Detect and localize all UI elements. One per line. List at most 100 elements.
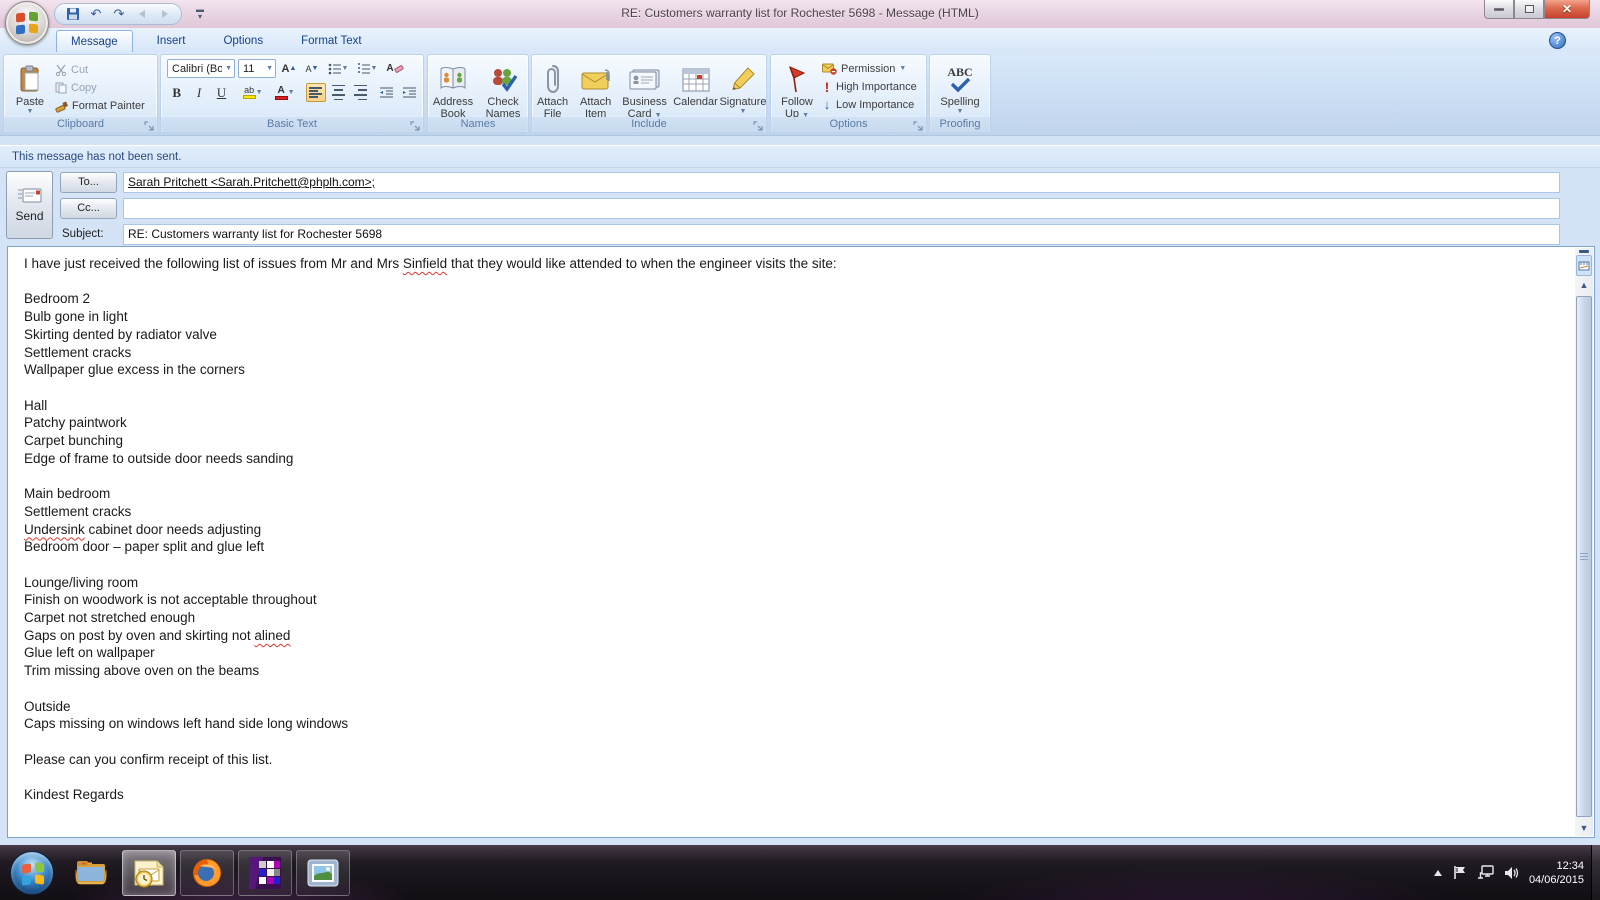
tab-format-text[interactable]: Format Text — [287, 30, 376, 52]
body-text-line — [24, 273, 1564, 291]
show-desktop-button[interactable] — [1591, 845, 1600, 900]
grow-font-button[interactable]: A▲ — [279, 59, 299, 78]
to-field[interactable]: Sarah Pritchett <Sarah.Pritchett@phplh.c… — [123, 172, 1560, 193]
font-name-combobox[interactable]: Calibri (Bo ▼ — [167, 59, 235, 78]
permission-button[interactable]: Permission ▼ — [819, 60, 920, 78]
group-label-clipboard: Clipboard — [4, 117, 157, 132]
tab-insert[interactable]: Insert — [143, 30, 200, 52]
action-center-flag-icon[interactable] — [1453, 865, 1467, 880]
calendar-button[interactable]: Calendar — [672, 57, 719, 121]
body-text-line — [24, 379, 1564, 397]
body-text-line — [24, 680, 1564, 698]
decrease-indent-icon — [379, 87, 394, 99]
taskbar-item-photo-viewer[interactable] — [296, 850, 350, 896]
tab-options[interactable]: Options — [209, 30, 277, 52]
save-icon[interactable] — [65, 6, 81, 22]
font-size-combobox[interactable]: 11 ▼ — [238, 59, 276, 78]
bullets-button[interactable]: ▼ — [325, 59, 351, 78]
message-body-text[interactable]: I have just received the following list … — [24, 255, 1564, 804]
scroll-up-arrow[interactable]: ▲ — [1575, 276, 1593, 293]
decrease-indent-button[interactable] — [377, 83, 396, 102]
network-icon[interactable] — [1477, 865, 1494, 880]
bold-icon: B — [172, 85, 181, 101]
undo-icon[interactable]: ↶ — [88, 6, 104, 22]
customize-qat-icon[interactable]: ▬▾ — [196, 6, 204, 20]
scrollbar-track[interactable] — [1576, 294, 1592, 819]
shrink-font-button[interactable]: A▼ — [302, 59, 322, 78]
check-names-icon — [489, 62, 517, 96]
italic-button[interactable]: I — [189, 83, 208, 102]
clipboard-dialog-launcher-icon[interactable] — [144, 119, 155, 130]
office-button[interactable] — [5, 1, 49, 45]
high-importance-button[interactable]: ! High Importance — [819, 78, 920, 96]
scroll-down-arrow[interactable]: ▼ — [1575, 819, 1593, 836]
follow-up-button[interactable]: Follow Up ▼ — [775, 57, 819, 121]
help-icon[interactable]: ? — [1549, 32, 1566, 49]
volume-icon[interactable] — [1504, 866, 1519, 880]
firefox-icon — [191, 857, 223, 889]
cc-field[interactable] — [123, 198, 1560, 219]
to-button[interactable]: To... — [60, 172, 117, 193]
minimize-button[interactable] — [1484, 0, 1514, 19]
highlight-button[interactable]: ab ▼ — [238, 83, 267, 102]
include-dialog-launcher-icon[interactable] — [753, 119, 764, 130]
show-hidden-icons-button[interactable] — [1433, 869, 1443, 877]
align-left-icon — [309, 85, 322, 99]
format-painter-button[interactable]: Format Painter — [52, 97, 148, 115]
address-book-button[interactable]: Address Book — [429, 57, 477, 121]
align-center-button[interactable] — [329, 83, 348, 102]
start-button[interactable] — [10, 851, 54, 895]
low-importance-button[interactable]: ↓ Low Importance — [819, 96, 920, 114]
body-text-line: Carpet bunching — [24, 432, 1564, 450]
clock-time: 12:34 — [1529, 859, 1584, 873]
clear-formatting-button[interactable]: A — [383, 59, 407, 78]
align-left-button[interactable] — [306, 83, 325, 102]
group-basic-text: Calibri (Bo ▼ 11 ▼ A▲ A▼ ▼ ▼ A — [160, 54, 424, 133]
copy-label: Copy — [71, 80, 97, 96]
attach-item-button[interactable]: Attach Item — [574, 57, 617, 121]
split-handle[interactable] — [1575, 248, 1593, 255]
taskbar-item-explorer[interactable] — [64, 850, 118, 896]
body-text-line — [24, 556, 1564, 574]
check-names-button[interactable]: Check Names — [479, 57, 527, 121]
ribbon: Paste ▼ Cut Copy Format Painter — [0, 52, 1600, 136]
redo-icon[interactable]: ↷ — [111, 6, 127, 22]
font-color-button[interactable]: A ▼ — [270, 83, 299, 102]
attach-file-button[interactable]: Attach File — [532, 57, 573, 121]
scrollbar-thumb[interactable] — [1576, 296, 1592, 817]
numbering-button[interactable]: ▼ — [354, 59, 380, 78]
bold-button[interactable]: B — [167, 83, 186, 102]
taskbar-clock[interactable]: 12:34 04/06/2015 — [1529, 859, 1588, 887]
restore-button[interactable] — [1514, 0, 1544, 19]
chevron-down-icon: ▼ — [371, 65, 378, 73]
spelling-button[interactable]: ABC Spelling ▼ — [934, 57, 986, 117]
font-color-icon: A — [278, 86, 285, 96]
paste-label: Paste — [16, 96, 44, 108]
align-right-button[interactable] — [351, 83, 370, 102]
basic-text-dialog-launcher-icon[interactable] — [410, 119, 421, 130]
tab-message[interactable]: Message — [56, 30, 133, 52]
underline-icon: U — [217, 85, 226, 101]
chevron-down-icon: ▼ — [740, 108, 747, 116]
office-logo-icon — [16, 12, 38, 34]
taskbar-item-outlook[interactable] — [122, 850, 176, 896]
taskbar-item-grid-app[interactable] — [238, 850, 292, 896]
italic-icon: I — [197, 85, 201, 101]
business-card-button[interactable]: Business Card ▼ — [618, 57, 671, 121]
message-body[interactable]: I have just received the following list … — [7, 246, 1595, 838]
vertical-scrollbar[interactable]: ▲ ▼ — [1575, 248, 1593, 836]
increase-indent-button[interactable] — [400, 83, 419, 102]
body-text-line: Main bedroom — [24, 485, 1564, 503]
body-text-line: Carpet not stretched enough — [24, 609, 1564, 627]
low-importance-label: Low Importance — [836, 97, 914, 113]
taskbar-item-firefox[interactable] — [180, 850, 234, 896]
cc-button[interactable]: Cc... — [60, 198, 117, 219]
underline-button[interactable]: U — [212, 83, 231, 102]
close-button[interactable]: ✕ — [1544, 0, 1590, 19]
paste-button[interactable]: Paste ▼ — [8, 57, 52, 117]
body-text-line: Bedroom door – paper split and glue left — [24, 538, 1564, 556]
subject-field[interactable]: RE: Customers warranty list for Rocheste… — [123, 224, 1560, 245]
signature-button[interactable]: Signature ▼ — [720, 57, 766, 121]
options-dialog-launcher-icon[interactable] — [913, 119, 924, 130]
ruler-toggle-button[interactable] — [1576, 255, 1592, 276]
